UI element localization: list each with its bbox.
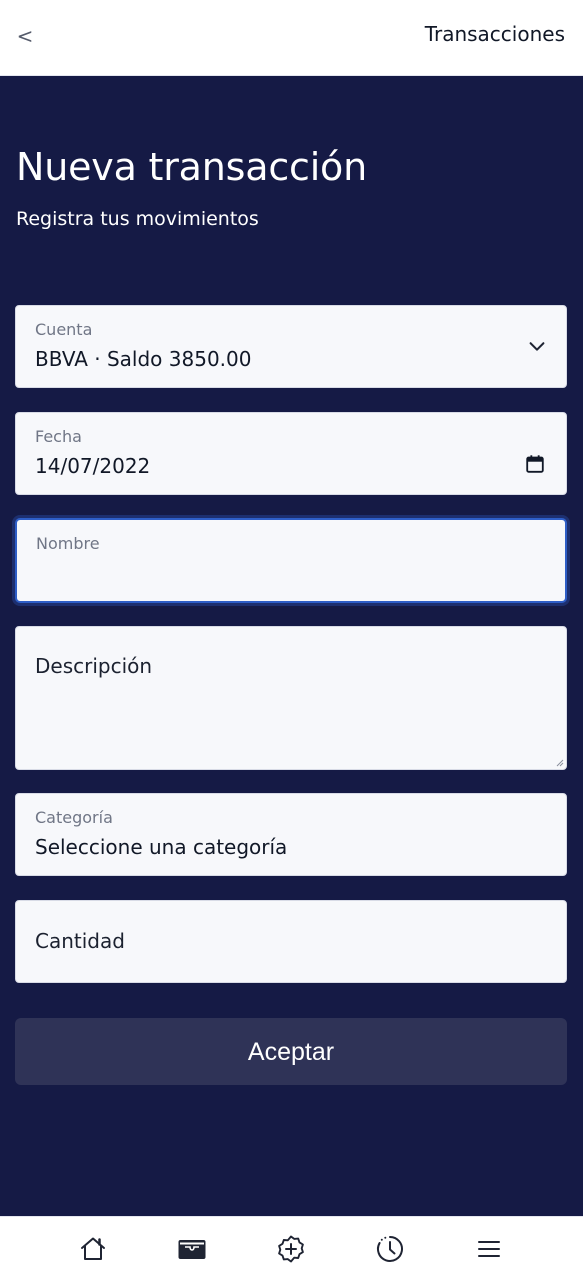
header-title: Transacciones [424, 22, 565, 46]
main-content: Nueva transacción Registra tus movimient… [0, 76, 583, 1216]
nav-home[interactable] [77, 1233, 109, 1265]
calendar-icon[interactable] [524, 453, 546, 475]
page-title: Nueva transacción [16, 145, 367, 189]
wallet-icon [178, 1240, 206, 1259]
page-subtitle: Registra tus movimientos [16, 208, 259, 230]
fecha-label: Fecha [35, 427, 82, 446]
top-bar: < Transacciones [0, 0, 583, 76]
categoria-label: Categoría [35, 808, 113, 827]
add-badge-icon [278, 1235, 304, 1263]
home-icon [81, 1237, 105, 1260]
nav-wallet[interactable] [176, 1233, 208, 1265]
cantidad-input[interactable]: Cantidad [15, 900, 567, 983]
nombre-label: Nombre [36, 534, 100, 553]
nombre-field[interactable]: Nombre [15, 518, 567, 603]
cuenta-value: BBVA · Saldo 3850.00 [35, 347, 252, 371]
nav-history[interactable] [374, 1233, 406, 1265]
back-button[interactable]: < [10, 18, 40, 54]
cuenta-label: Cuenta [35, 320, 93, 339]
cantidad-placeholder: Cantidad [35, 929, 125, 953]
history-icon [377, 1236, 403, 1262]
fecha-field[interactable]: Fecha 14/07/2022 [15, 412, 567, 495]
categoria-select[interactable]: Categoría Seleccione una categoría [15, 793, 567, 876]
cuenta-select[interactable]: Cuenta BBVA · Saldo 3850.00 [15, 305, 567, 388]
resize-handle-icon[interactable] [554, 757, 564, 767]
nav-add[interactable] [275, 1233, 307, 1265]
categoria-value: Seleccione una categoría [35, 835, 288, 859]
chevron-down-icon [529, 342, 545, 351]
descripcion-placeholder: Descripción [35, 654, 153, 678]
fecha-value: 14/07/2022 [35, 454, 151, 478]
descripcion-textarea[interactable]: Descripción [15, 626, 567, 770]
accept-button[interactable]: Aceptar [15, 1018, 567, 1085]
nav-menu[interactable] [473, 1233, 505, 1265]
bottom-nav [0, 1216, 583, 1280]
menu-icon [478, 1241, 500, 1257]
